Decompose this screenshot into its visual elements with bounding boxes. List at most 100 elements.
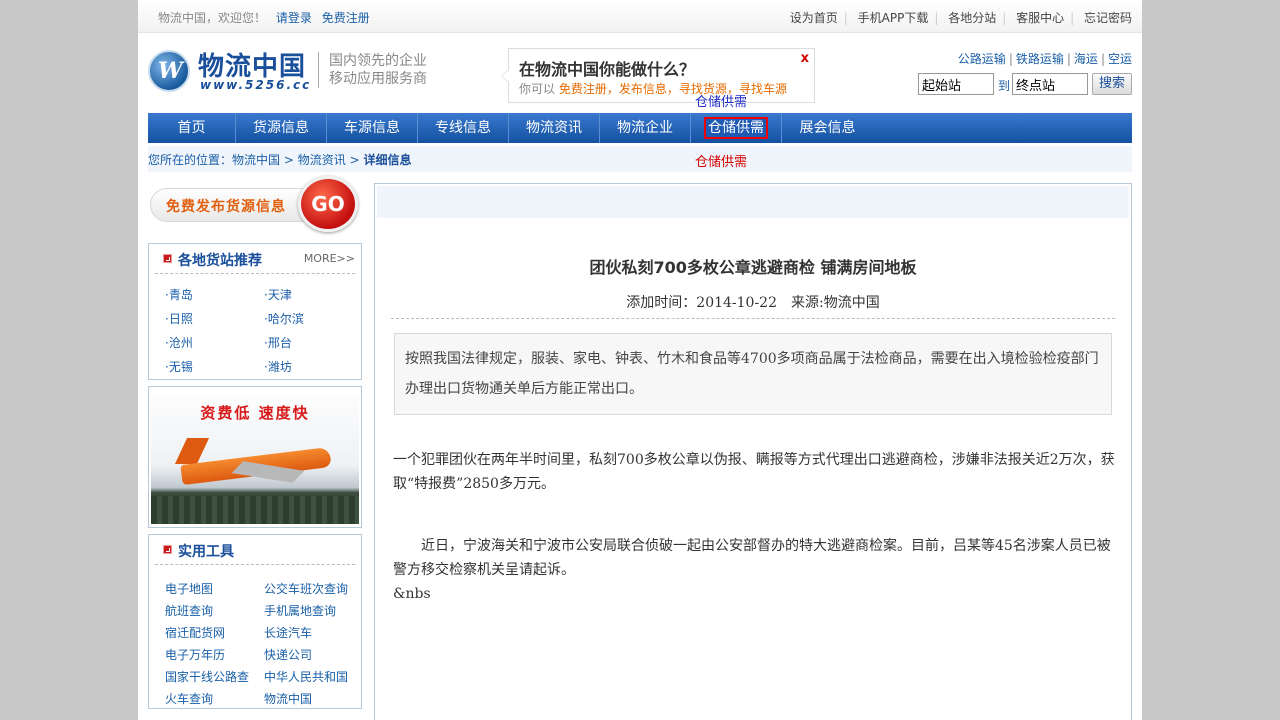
promo-prefix: 你可以: [519, 82, 556, 96]
divider: |: [934, 11, 939, 25]
start-station-input[interactable]: [918, 73, 994, 95]
article-summary: 按照我国法律规定，服装、家电、钟表、竹木和食品等4700多项商品属于法检商品，需…: [394, 333, 1112, 415]
station-link[interactable]: ·邢台: [264, 334, 292, 351]
forgot-password-link[interactable]: 忘记密码: [1084, 11, 1132, 25]
slogan-line-2: 移动应用服务商: [329, 71, 427, 87]
nav-home[interactable]: 首页: [148, 113, 236, 143]
stations-more-link[interactable]: MORE>>: [304, 252, 355, 265]
breadcrumb-home-link[interactable]: 物流中国: [232, 153, 280, 167]
main-nav: 首页 货源信息 车源信息 专线信息 物流资讯 物流企业 仓储供需 展会信息: [148, 113, 1132, 143]
nav-truck-info[interactable]: 车源信息: [327, 113, 418, 143]
divider: |: [1002, 11, 1007, 25]
go-button[interactable]: GO: [298, 176, 358, 232]
breadcrumb-current: 详细信息: [363, 153, 412, 167]
station-link[interactable]: ·哈尔滨: [264, 310, 304, 327]
box-header: 实用工具: [155, 535, 355, 565]
slogan: 国内领先的企业 移动应用服务商: [318, 52, 427, 88]
station-link[interactable]: ·潍坊: [264, 358, 292, 375]
route-search: 到 搜索: [918, 73, 1132, 97]
end-station-input[interactable]: [1012, 73, 1088, 95]
search-button[interactable]: 搜索: [1092, 73, 1132, 95]
road-transport-link[interactable]: 公路运输: [958, 52, 1006, 66]
article-paragraph: &nbs: [393, 586, 431, 602]
rail-transport-link[interactable]: 铁路运输: [1016, 52, 1064, 66]
nav-tooltip-red: 仓储供需: [695, 155, 748, 170]
nav-logistics-news[interactable]: 物流资讯: [509, 113, 600, 143]
substations-link[interactable]: 各地分站: [948, 11, 996, 25]
tool-link[interactable]: 国家干线公路查: [165, 668, 249, 685]
station-link[interactable]: ·沧州: [165, 334, 193, 351]
article-panel: 团伙私刻700多枚公章逃避商检 铺满房间地板 添加时间：2014-10-22 来…: [374, 183, 1132, 720]
article-paragraph: 一个犯罪团伙在两年半时间里，私刻700多枚公章以伪报、瞒报等方式代理出口逃避商检…: [393, 452, 1115, 492]
promo-title: 在物流中国你能做什么？: [519, 60, 696, 79]
tools-box: 实用工具 电子地图 公交车班次查询 航班查询 手机属地查询 宿迁配货网 长途汽车…: [148, 534, 362, 709]
article-meta: 添加时间：2014-10-22 来源:物流中国: [626, 295, 880, 311]
tools-title: 实用工具: [178, 544, 234, 560]
breadcrumb-news-link[interactable]: 物流资讯: [298, 153, 346, 167]
divider: |: [843, 11, 848, 25]
nav-logistics-companies[interactable]: 物流企业: [600, 113, 691, 143]
tool-link[interactable]: 中华人民共和国: [264, 668, 348, 685]
station-recommend-box: 各地货站推荐 MORE>> ·青岛 ·天津 ·日照 ·哈尔滨 ·沧州 ·邢台 ·…: [148, 243, 362, 380]
airplane-image: 资费低 速度快: [151, 394, 359, 524]
article-title: 团伙私刻700多枚公章逃避商检 铺满房间地板: [589, 258, 917, 277]
banner-text: 免费发布货源信息: [166, 199, 286, 215]
site-logo[interactable]: W 物流中国 www.5256.cc: [148, 46, 318, 96]
tool-link[interactable]: 航班查询: [165, 602, 213, 619]
tool-link[interactable]: 宿迁配货网: [165, 624, 225, 641]
page: 物流中国，欢迎您！ 请登录 免费注册 设为首页 | 手机APP下载 | 各地分站 | …: [138, 0, 1142, 720]
top-bar: 物流中国，欢迎您！ 请登录 免费注册 设为首页 | 手机APP下载 | 各地分站 | …: [138, 0, 1142, 33]
divider: |: [1070, 11, 1075, 25]
welcome-text: 物流中国，欢迎您！: [158, 11, 267, 25]
nav-cargo-info[interactable]: 货源信息: [236, 113, 327, 143]
nav-warehousing-label: 仓储供需: [704, 117, 768, 139]
register-link[interactable]: 免费注册: [322, 11, 370, 25]
tree-line: [151, 496, 359, 524]
promo-pointer: [501, 69, 509, 83]
set-homepage-link[interactable]: 设为首页: [790, 11, 838, 25]
publish-cargo-banner[interactable]: 免费发布货源信息 GO: [148, 176, 363, 234]
divider: [391, 318, 1115, 319]
logo-url: www.5256.cc: [200, 78, 312, 92]
tool-link[interactable]: 电子地图: [165, 580, 213, 597]
logo-emblem-icon: W: [148, 50, 190, 92]
tool-link[interactable]: 长途汽车: [264, 624, 312, 641]
sea-transport-link[interactable]: 海运: [1074, 52, 1098, 66]
top-links: 设为首页 | 手机APP下载 | 各地分站 | 客服中心 | 忘记密码: [790, 9, 1132, 26]
tool-link[interactable]: 电子万年历: [165, 646, 225, 663]
breadcrumb-sep: >: [349, 153, 360, 167]
tool-link[interactable]: 物流中国: [264, 690, 312, 707]
article-paragraph: 近日，宁波海关和宁波市公安局联合侦破一起由公安部督办的特大逃避商检案。目前，吕某…: [393, 538, 1111, 578]
tool-link[interactable]: 手机属地查询: [264, 602, 336, 619]
arrow-bullet-icon: [163, 254, 172, 263]
nav-line-info[interactable]: 专线信息: [418, 113, 509, 143]
nav-exhibitions[interactable]: 展会信息: [782, 113, 873, 143]
plane-tail: [174, 438, 210, 464]
breadcrumb-sep: >: [283, 153, 294, 167]
air-transport-link[interactable]: 空运: [1108, 52, 1132, 66]
arrow-bullet-icon: [163, 545, 172, 554]
station-link[interactable]: ·无锡: [165, 358, 193, 375]
mobile-app-link[interactable]: 手机APP下载: [858, 11, 929, 25]
promo-publish-link[interactable]: 发布信息: [619, 82, 667, 96]
station-link[interactable]: ·日照: [165, 310, 193, 327]
welcome-area: 物流中国，欢迎您！ 请登录 免费注册: [158, 9, 370, 26]
promo-register-link[interactable]: 免费注册: [559, 82, 607, 96]
breadcrumb: 您所在的位置：物流中国 > 物流资讯 > 详细信息: [148, 151, 412, 168]
close-icon[interactable]: x: [801, 51, 809, 66]
tool-link[interactable]: 火车查询: [165, 690, 213, 707]
to-label: 到: [998, 79, 1011, 93]
tool-link[interactable]: 快递公司: [264, 646, 312, 663]
stations-title: 各地货站推荐: [178, 253, 262, 269]
station-link[interactable]: ·青岛: [165, 286, 193, 303]
station-link[interactable]: ·天津: [264, 286, 292, 303]
air-freight-ad[interactable]: 资费低 速度快: [148, 386, 362, 528]
tool-link[interactable]: 公交车班次查询: [264, 580, 348, 597]
ad-caption: 资费低 速度快: [200, 404, 310, 422]
nav-warehousing[interactable]: 仓储供需: [691, 113, 782, 143]
nav-tooltip: 仓储供需: [695, 95, 748, 110]
slogan-line-1: 国内领先的企业: [329, 53, 427, 69]
transport-links: 公路运输 | 铁路运输 | 海运 | 空运: [957, 52, 1132, 66]
service-center-link[interactable]: 客服中心: [1016, 11, 1064, 25]
login-link[interactable]: 请登录: [276, 11, 312, 25]
